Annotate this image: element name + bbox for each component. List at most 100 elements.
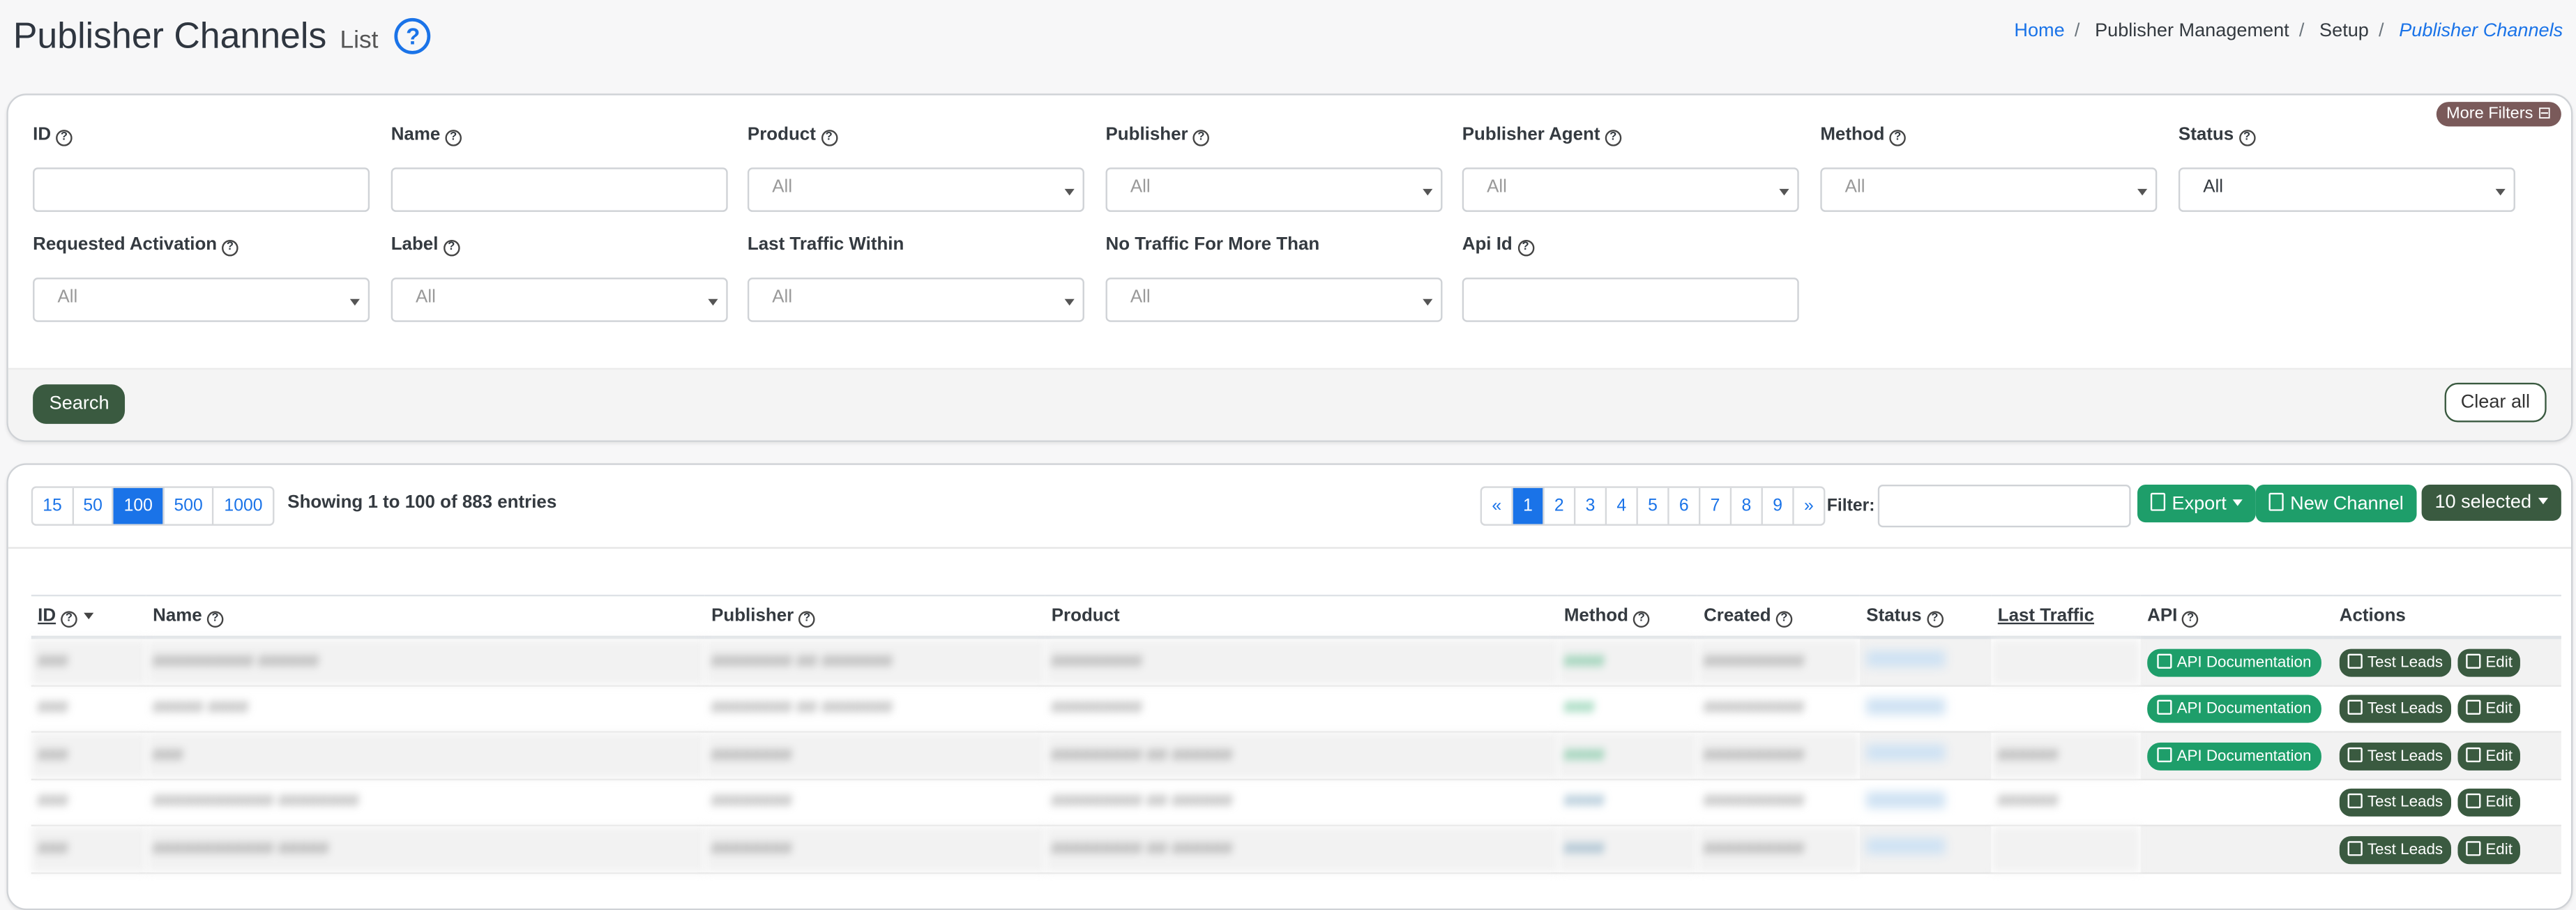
per-page-50[interactable]: 50	[73, 487, 114, 524]
chevron-down-icon	[2538, 497, 2548, 505]
col-publisher[interactable]: Publisher?	[704, 594, 1045, 639]
cell-last-traffic: ######	[1991, 731, 2141, 780]
selected-columns-button[interactable]: 10 selected	[2421, 484, 2561, 521]
clear-all-button[interactable]: Clear all	[2444, 382, 2547, 423]
col-name[interactable]: Name?	[146, 594, 705, 639]
test-leads-button[interactable]: Test Leads	[2339, 835, 2451, 864]
requested-activation-select[interactable]: All	[33, 278, 370, 322]
info-icon	[2157, 747, 2172, 762]
label-select[interactable]: All	[391, 278, 728, 322]
edit-button[interactable]: Edit	[2457, 742, 2521, 771]
api-documentation-button[interactable]: API Documentation	[2147, 742, 2321, 771]
breadcrumb-current[interactable]: Publisher Channels	[2399, 22, 2563, 41]
cell-name[interactable]: ############ ########	[146, 778, 705, 826]
col-status[interactable]: Status?	[1859, 594, 1992, 639]
help-icon: ?	[2238, 130, 2255, 146]
name-input[interactable]	[391, 167, 728, 212]
cell-id: ###	[31, 731, 146, 780]
help-icon: ?	[56, 130, 73, 146]
cell-publisher: ########	[704, 778, 1045, 826]
col-id[interactable]: ID?	[31, 594, 146, 639]
page-1[interactable]: 1	[1513, 487, 1545, 524]
page-header: Publisher Channels List ? Home / Publishe…	[0, 0, 2576, 82]
table-row: ### ### ######## ######### ## ###### ###…	[31, 731, 2561, 780]
edit-button[interactable]: Edit	[2457, 789, 2521, 817]
cell-api: API Documentation	[2140, 637, 2333, 686]
col-api[interactable]: API?	[2140, 594, 2333, 639]
status-select[interactable]: All	[2178, 167, 2515, 212]
col-created[interactable]: Created?	[1697, 594, 1860, 639]
table-row: ### ############ ######## ######## #####…	[31, 778, 2561, 826]
cell-api	[2140, 778, 2333, 826]
cell-name[interactable]: ###	[146, 731, 705, 780]
per-page-15[interactable]: 15	[33, 487, 74, 524]
edit-button[interactable]: Edit	[2457, 695, 2521, 724]
api-documentation-button[interactable]: API Documentation	[2147, 648, 2321, 677]
col-product[interactable]: Product	[1045, 594, 1558, 639]
chevron-down-icon	[349, 298, 360, 306]
page-prev[interactable]: «	[1482, 487, 1513, 524]
cell-created: ##########	[1697, 685, 1860, 733]
product-select[interactable]: All	[747, 167, 1084, 212]
filter-publisher: Publisher? All	[1105, 125, 1443, 212]
edit-icon	[2466, 840, 2481, 856]
cell-name[interactable]: ############ #####	[146, 825, 705, 874]
per-page-500[interactable]: 500	[164, 487, 215, 524]
page-6[interactable]: 6	[1669, 487, 1701, 524]
page-4[interactable]: 4	[1607, 487, 1638, 524]
export-button[interactable]: Export	[2137, 484, 2257, 523]
test-leads-button[interactable]: Test Leads	[2339, 742, 2451, 771]
table-row: ### ############ ##### ######## ########…	[31, 825, 2561, 874]
cell-name[interactable]: ########## ######	[146, 637, 705, 686]
search-button[interactable]: Search	[33, 384, 126, 424]
table-row: ### ########## ###### ######## ## ######…	[31, 637, 2561, 686]
table-filter-input[interactable]	[1877, 484, 2131, 528]
breadcrumb-item-publisher-management: Publisher Management	[2095, 21, 2289, 41]
breadcrumb-home[interactable]: Home	[2014, 22, 2064, 41]
last-traffic-within-select[interactable]: All	[747, 278, 1084, 322]
page-7[interactable]: 7	[1700, 487, 1732, 524]
question-circle-icon[interactable]: ?	[395, 17, 432, 54]
chevron-down-icon	[708, 298, 718, 306]
page-9[interactable]: 9	[1763, 487, 1794, 524]
col-actions: Actions	[2333, 594, 2561, 639]
method-select[interactable]: All	[1820, 167, 2158, 212]
cell-status	[1859, 731, 1992, 780]
publisher-select[interactable]: All	[1105, 167, 1443, 212]
page-2[interactable]: 2	[1545, 487, 1576, 524]
more-filters-button[interactable]: More Filters ⊟	[2436, 102, 2561, 127]
help-icon: ?	[443, 239, 460, 257]
test-leads-button[interactable]: Test Leads	[2339, 789, 2451, 817]
page-3[interactable]: 3	[1575, 487, 1607, 524]
page-next[interactable]: »	[1794, 488, 1824, 524]
no-traffic-for-select[interactable]: All	[1105, 278, 1443, 322]
cell-method: ####	[1557, 778, 1697, 826]
external-link-icon	[2347, 794, 2363, 809]
per-page-100[interactable]: 100	[114, 487, 165, 524]
api-documentation-button[interactable]: API Documentation	[2147, 695, 2321, 724]
chevron-down-icon	[2137, 188, 2148, 196]
test-leads-button[interactable]: Test Leads	[2339, 695, 2451, 724]
page-title-text: Publisher Channels	[13, 15, 327, 56]
cell-publisher: ######## ## #######	[704, 637, 1045, 686]
api-id-input[interactable]	[1462, 278, 1799, 322]
col-method[interactable]: Method?	[1557, 594, 1697, 639]
id-input[interactable]	[33, 167, 370, 212]
col-last-traffic[interactable]: Last Traffic	[1991, 594, 2141, 639]
new-channel-button[interactable]: New Channel	[2255, 484, 2417, 523]
page-8[interactable]: 8	[1732, 487, 1763, 524]
channels-list-panel: 15 50 100 500 1000 Showing 1 to 100 of 8…	[6, 463, 2573, 910]
publisher-agent-select[interactable]: All	[1462, 167, 1799, 212]
breadcrumb: Home / Publisher Management / Setup / Publi…	[2014, 21, 2563, 41]
edit-button[interactable]: Edit	[2457, 835, 2521, 864]
help-icon: ?	[445, 130, 462, 146]
per-page-1000[interactable]: 1000	[214, 488, 272, 524]
page-5[interactable]: 5	[1638, 487, 1669, 524]
help-icon: ?	[1605, 130, 1622, 146]
page-title: Publisher Channels List ?	[13, 15, 432, 57]
test-leads-button[interactable]: Test Leads	[2339, 648, 2451, 677]
cell-name[interactable]: ##### ####	[146, 685, 705, 733]
filter-api-id: Api Id?	[1462, 235, 1799, 322]
edit-button[interactable]: Edit	[2457, 648, 2521, 677]
filter-product: Product? All	[747, 125, 1084, 212]
